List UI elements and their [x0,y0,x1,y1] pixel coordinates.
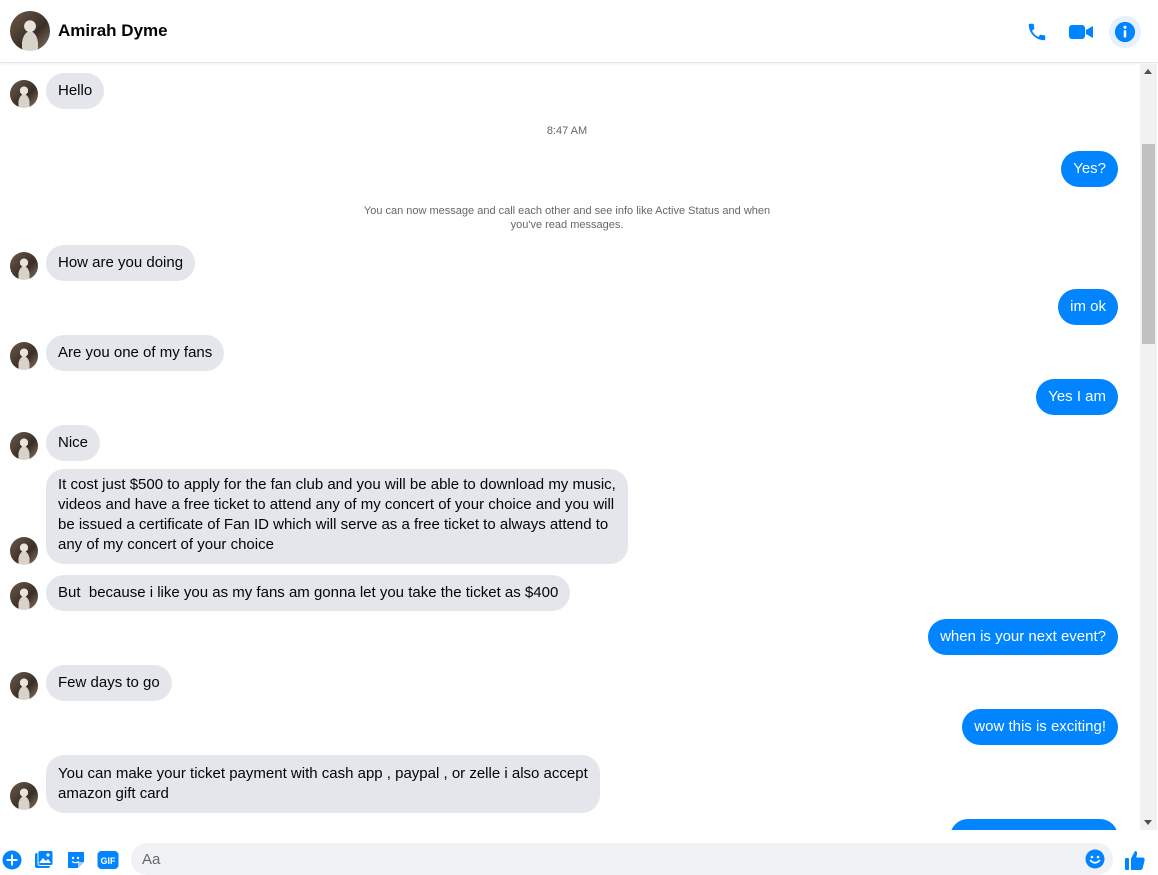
message-bubble: wow this is exciting! [962,709,1118,745]
contact-avatar-small [10,252,38,280]
contact-avatar-small [10,672,38,700]
message-scrollbar[interactable] [1140,64,1157,830]
scroll-up-arrow[interactable] [1144,69,1152,74]
message-incoming[interactable]: You can make your ticket payment with ca… [46,755,600,813]
message-bubble: It cost just $500 to apply for the fan c… [46,469,628,564]
message-outgoing-partial[interactable] [950,819,1118,830]
message-bubble: when is your next event? [928,619,1118,655]
contact-avatar[interactable] [10,11,50,51]
thumbs-up-icon[interactable] [1124,849,1146,871]
message-bubble [950,819,1118,830]
message-bubble: Few days to go [46,665,172,701]
contact-avatar-small [10,342,38,370]
sticker-icon[interactable] [66,850,86,870]
gif-label: GIF [101,856,117,866]
contact-avatar-small [10,582,38,610]
message-timestamp: 8:47 AM [546,125,588,137]
message-incoming[interactable]: It cost just $500 to apply for the fan c… [46,469,628,564]
gif-icon[interactable]: GIF [97,850,119,870]
message-bubble: How are you doing [46,245,196,281]
photo-icon[interactable] [34,850,54,870]
message-input-box[interactable] [131,843,1113,875]
message-incoming[interactable]: Are you one of my fans [46,335,225,371]
info-icon[interactable] [1109,16,1141,48]
plus-icon[interactable] [2,850,22,870]
scroll-down-arrow[interactable] [1144,820,1152,825]
video-camera-icon[interactable] [1065,16,1097,48]
message-incoming[interactable]: Few days to go [46,665,172,701]
message-incoming[interactable]: But because i like you as my fans am gon… [46,575,571,611]
contact-avatar-small [10,80,38,108]
phone-icon[interactable] [1021,16,1053,48]
scrollbar-thumb[interactable] [1142,144,1155,344]
contact-avatar-small [10,782,38,810]
message-outgoing[interactable]: Yes I am [1036,379,1118,415]
message-outgoing[interactable]: Yes? [1061,151,1118,187]
message-bubble: You can make your ticket payment with ca… [46,755,600,813]
message-bubble: Nice [46,425,101,461]
message-bubble: Yes? [1061,151,1118,187]
message-bubble: Hello [46,73,105,109]
message-thread: Hello 8:47 AM Yes? You can now message a… [0,64,1140,830]
message-bubble: Yes I am [1036,379,1118,415]
message-bubble: im ok [1058,289,1118,325]
message-incoming[interactable]: Hello [46,73,105,109]
message-outgoing[interactable]: im ok [1058,289,1118,325]
message-bubble: But because i like you as my fans am gon… [46,575,571,611]
message-outgoing[interactable]: when is your next event? [928,619,1118,655]
contact-avatar-small [10,537,38,565]
message-bubble: Are you one of my fans [46,335,225,371]
contact-name[interactable]: Amirah Dyme [58,21,168,41]
emoji-icon[interactable] [1085,849,1105,869]
conversation-header: Amirah Dyme [0,0,1158,63]
message-incoming[interactable]: Nice [46,425,101,461]
message-input[interactable] [142,849,1072,869]
system-notice: You can now message and call each other … [363,205,771,231]
message-outgoing[interactable]: wow this is exciting! [962,709,1118,745]
contact-avatar-small [10,432,38,460]
message-incoming[interactable]: How are you doing [46,245,196,281]
